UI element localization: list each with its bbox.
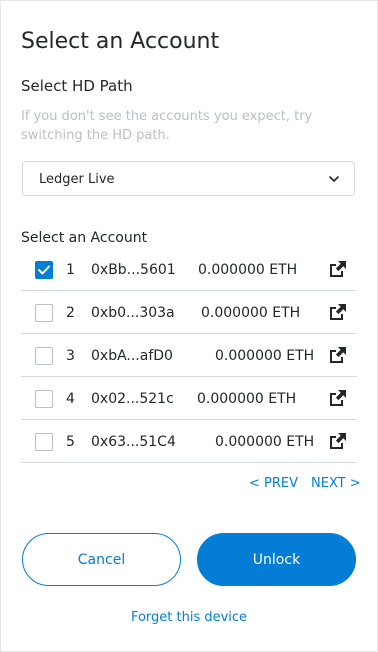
account-row[interactable]: 1 0xBb...5601 0.000000 ETH <box>21 248 357 291</box>
account-selection-panel: Select an Account Select HD Path If you … <box>0 0 378 652</box>
account-balance: 0.000000 ETH <box>215 434 315 450</box>
check-icon <box>38 265 50 275</box>
unlock-button[interactable]: Unlock <box>197 533 356 586</box>
hd-path-select[interactable]: Ledger Live <box>22 161 355 196</box>
account-checkbox[interactable] <box>35 390 53 408</box>
chevron-down-icon <box>329 176 339 182</box>
account-balance: 0.000000 ETH <box>198 262 298 278</box>
account-index: 4 <box>66 391 75 407</box>
account-row[interactable]: 4 0x02...521c 0.000000 ETH <box>21 377 357 420</box>
external-link-icon[interactable] <box>328 260 348 278</box>
account-index: 2 <box>66 305 75 321</box>
account-list: 1 0xBb...5601 0.000000 ETH 2 0xb0...303a… <box>21 248 357 463</box>
account-row[interactable]: 2 0xb0...303a 0.000000 ETH <box>21 291 357 334</box>
external-link-icon[interactable] <box>328 303 348 321</box>
account-checkbox[interactable] <box>35 304 53 322</box>
account-index: 1 <box>66 262 75 278</box>
external-link-icon[interactable] <box>328 389 348 407</box>
account-address: 0x63...51C4 <box>91 434 176 450</box>
account-row[interactable]: 3 0xbA...afD0 0.000000 ETH <box>21 334 357 377</box>
account-list-label: Select an Account <box>21 230 148 246</box>
account-address: 0x02...521c <box>91 391 174 407</box>
account-address: 0xbA...afD0 <box>91 348 173 364</box>
account-index: 3 <box>66 348 75 364</box>
page-title: Select an Account <box>21 29 220 54</box>
hd-path-label: Select HD Path <box>21 77 133 95</box>
external-link-icon[interactable] <box>328 432 348 450</box>
account-balance: 0.000000 ETH <box>201 305 301 321</box>
prev-page-link[interactable]: < PREV <box>249 476 298 491</box>
account-address: 0xBb...5601 <box>91 262 176 278</box>
next-page-link[interactable]: NEXT > <box>311 476 361 491</box>
account-row[interactable]: 5 0x63...51C4 0.000000 ETH <box>21 420 357 463</box>
hd-path-selected-value: Ledger Live <box>39 172 115 187</box>
account-checkbox[interactable] <box>35 433 53 451</box>
account-balance: 0.000000 ETH <box>197 391 297 407</box>
account-balance: 0.000000 ETH <box>215 348 315 364</box>
account-address: 0xb0...303a <box>91 305 175 321</box>
account-checkbox[interactable] <box>35 347 53 365</box>
account-checkbox[interactable] <box>35 261 53 279</box>
hd-path-hint: If you don't see the accounts you expect… <box>21 109 313 143</box>
forget-device-link[interactable]: Forget this device <box>1 610 377 625</box>
cancel-button[interactable]: Cancel <box>22 533 181 586</box>
external-link-icon[interactable] <box>328 346 348 364</box>
account-index: 5 <box>66 434 75 450</box>
